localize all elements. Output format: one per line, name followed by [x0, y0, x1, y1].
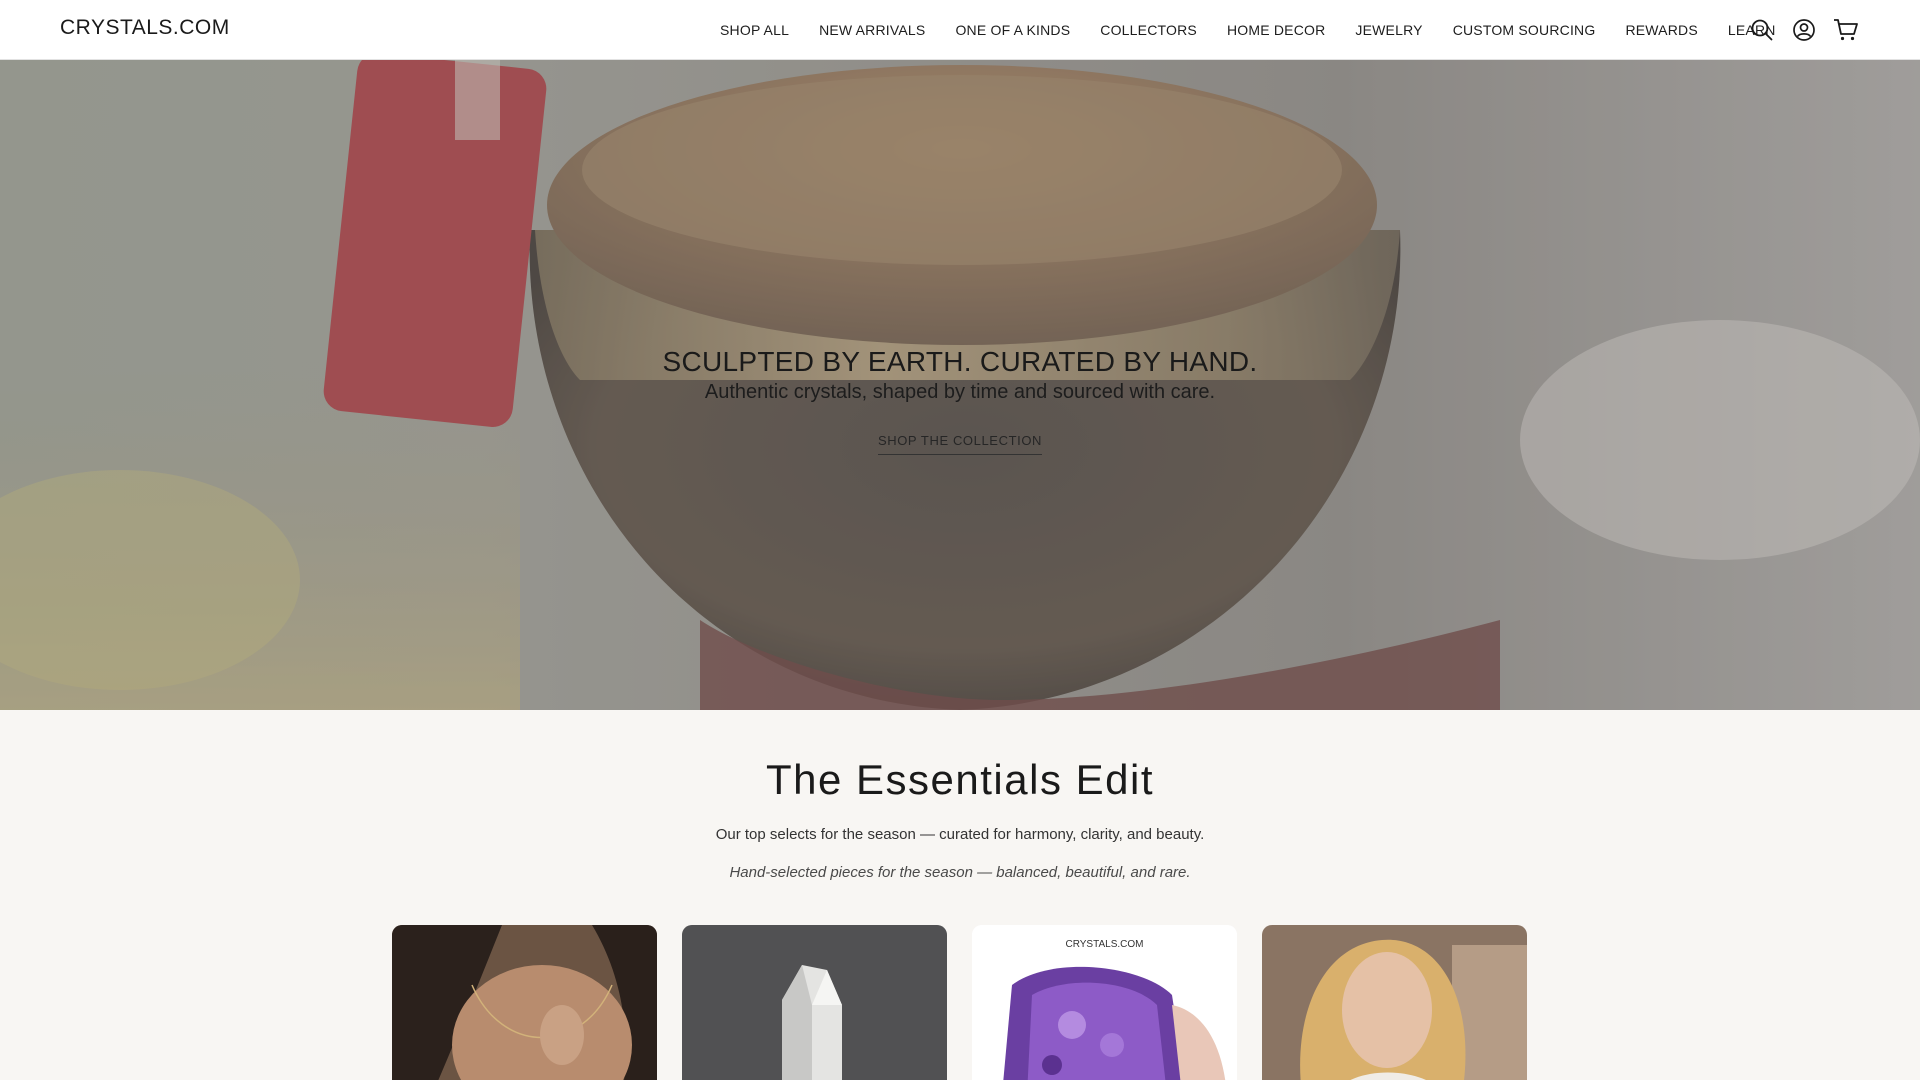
main-nav: SHOP ALL NEW ARRIVALS ONE OF A KINDS COL… [720, 0, 1776, 60]
account-icon[interactable] [1790, 16, 1818, 44]
hero-content: SCULPTED BY EARTH. CURATED BY HAND. Auth… [0, 345, 1920, 455]
product-card-portrait[interactable] [1262, 925, 1527, 1080]
product-cards: CRYSTALS.COM [392, 925, 1528, 1080]
nav-jewelry[interactable]: JEWELRY [1355, 22, 1422, 38]
quartz-point-image [682, 925, 947, 1080]
search-icon[interactable] [1748, 16, 1776, 44]
necklace-model-image [392, 925, 657, 1080]
card-brand-label: CRYSTALS.COM [1065, 939, 1144, 950]
hero-banner: SCULPTED BY EARTH. CURATED BY HAND. Auth… [0, 60, 1920, 710]
nav-home-decor[interactable]: HOME DECOR [1227, 22, 1325, 38]
shop-collection-link[interactable]: SHOP THE COLLECTION [877, 433, 1043, 455]
nav-custom-sourcing[interactable]: CUSTOM SOURCING [1453, 22, 1596, 38]
product-card-quartz[interactable] [682, 925, 947, 1080]
product-card-necklace[interactable] [392, 925, 657, 1080]
hero-title: SCULPTED BY EARTH. CURATED BY HAND. [662, 346, 1258, 377]
site-logo[interactable]: CRYSTALS.COM [60, 16, 230, 40]
section-description: Our top selects for the season — curated… [715, 826, 1205, 843]
site-header: CRYSTALS.COM SHOP ALL NEW ARRIVALS ONE O… [0, 0, 1920, 60]
smiling-woman-image [1262, 925, 1527, 1080]
section-title: The Essentials Edit [765, 756, 1154, 803]
section-tagline: Hand-selected pieces for the season — ba… [729, 864, 1191, 881]
hero-subtitle: Authentic crystals, shaped by time and s… [704, 381, 1216, 403]
essentials-section: The Essentials Edit Our top selects for … [0, 710, 1920, 1080]
product-card-amethyst[interactable]: CRYSTALS.COM [972, 925, 1237, 1080]
nav-rewards[interactable]: REWARDS [1625, 22, 1697, 38]
nav-new-arrivals[interactable]: NEW ARRIVALS [819, 22, 925, 38]
cart-icon[interactable] [1832, 16, 1860, 44]
header-actions [1734, 0, 1860, 60]
nav-shop-all[interactable]: SHOP ALL [720, 22, 789, 38]
nav-collectors[interactable]: COLLECTORS [1100, 22, 1197, 38]
nav-one-of-a-kinds[interactable]: ONE OF A KINDS [955, 22, 1070, 38]
